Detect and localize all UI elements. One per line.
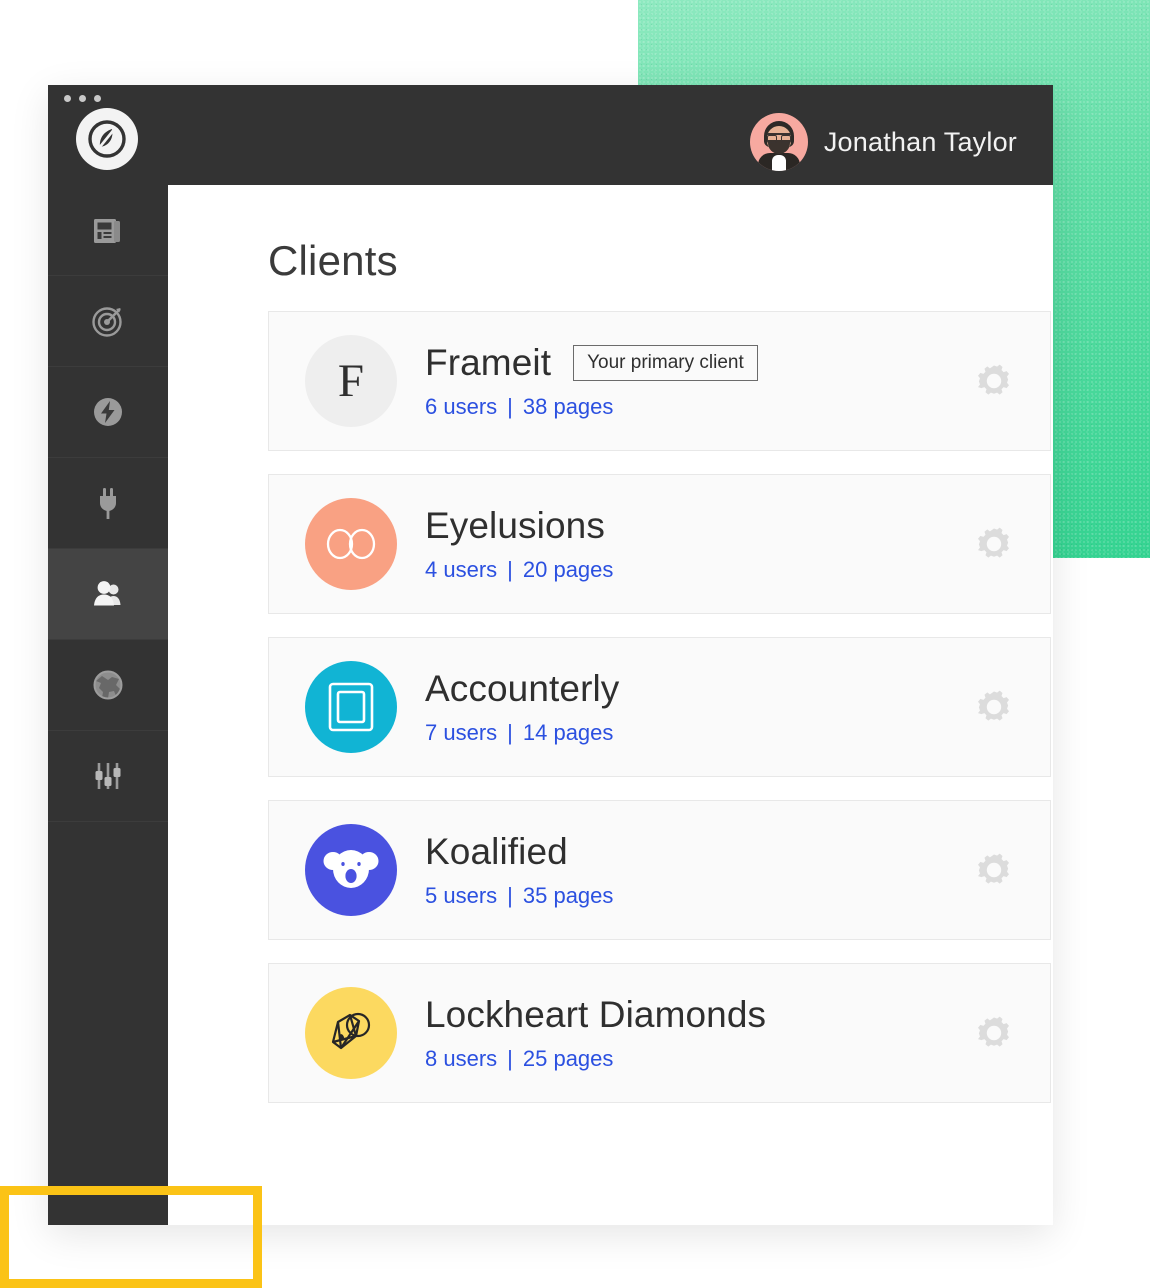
sidebar — [48, 85, 168, 1225]
app-window: Jonathan Taylor Clients F Frameit Your p… — [48, 85, 1053, 1225]
frames-icon — [328, 682, 374, 732]
window-dots — [64, 95, 101, 102]
page-title: Clients — [268, 237, 398, 284]
client-settings-button[interactable] — [970, 846, 1018, 894]
lightning-icon — [94, 398, 122, 426]
sliders-icon — [95, 763, 121, 789]
meta-separator: | — [507, 394, 513, 419]
gear-icon — [978, 690, 1009, 721]
gear-icon — [978, 1016, 1009, 1047]
client-users[interactable]: 8 users — [425, 1046, 497, 1072]
client-users[interactable]: 7 users — [425, 720, 497, 746]
koala-icon — [323, 850, 379, 888]
gem-icon — [331, 1012, 371, 1050]
client-name: Koalified — [425, 831, 568, 872]
sidebar-nav — [48, 185, 168, 822]
client-info: Lockheart Diamonds 8 users | 25 pages — [425, 994, 970, 1072]
app-logo-icon — [88, 120, 126, 158]
client-meta: 4 users | 20 pages — [425, 557, 970, 583]
client-settings-button[interactable] — [970, 1009, 1018, 1057]
client-card[interactable]: Eyelusions 4 users | 20 pages — [268, 474, 1051, 614]
topbar: Jonathan Taylor — [48, 85, 1053, 185]
client-pages[interactable]: 20 pages — [523, 557, 614, 583]
newspaper-icon — [94, 219, 120, 243]
gear-icon — [978, 364, 1009, 395]
eyes-icon — [326, 528, 376, 560]
people-icon — [94, 581, 121, 606]
globe-icon — [93, 670, 123, 700]
client-settings-button[interactable] — [970, 520, 1018, 568]
client-meta: 5 users | 35 pages — [425, 883, 970, 909]
client-settings-button[interactable] — [970, 357, 1018, 405]
meta-separator: | — [507, 1046, 513, 1071]
client-logo — [305, 498, 397, 590]
client-meta: 8 users | 25 pages — [425, 1046, 970, 1072]
client-users[interactable]: 5 users — [425, 883, 497, 909]
client-card[interactable]: Koalified 5 users | 35 pages — [268, 800, 1051, 940]
client-meta: 7 users | 14 pages — [425, 720, 970, 746]
client-name: Accounterly — [425, 668, 620, 709]
sidebar-item-automation[interactable] — [48, 367, 168, 458]
client-logo: F — [305, 335, 397, 427]
sidebar-item-clients[interactable] — [48, 549, 168, 640]
client-name: Eyelusions — [425, 505, 605, 546]
client-meta: 6 users | 38 pages — [425, 394, 970, 420]
client-card[interactable]: Accounterly 7 users | 14 pages — [268, 637, 1051, 777]
client-pages[interactable]: 14 pages — [523, 720, 614, 746]
user-name: Jonathan Taylor — [823, 126, 1017, 157]
meta-separator: | — [507, 557, 513, 582]
client-info: Accounterly 7 users | 14 pages — [425, 668, 970, 746]
target-icon — [92, 307, 122, 337]
client-card[interactable]: Lockheart Diamonds 8 users | 25 pages — [268, 963, 1051, 1103]
client-pages[interactable]: 35 pages — [523, 883, 614, 909]
avatar — [749, 113, 808, 171]
sidebar-item-integrations[interactable] — [48, 458, 168, 549]
client-info: Koalified 5 users | 35 pages — [425, 831, 970, 909]
sidebar-item-goals[interactable] — [48, 276, 168, 367]
app-logo[interactable] — [76, 108, 138, 170]
meta-separator: | — [507, 720, 513, 745]
sidebar-item-sites[interactable] — [48, 640, 168, 731]
user-menu[interactable]: Jonathan Taylor — [749, 113, 1017, 171]
client-logo — [305, 661, 397, 753]
client-users[interactable]: 6 users — [425, 394, 497, 420]
sidebar-item-settings[interactable] — [48, 731, 168, 822]
client-list: F Frameit Your primary client 6 users | … — [268, 311, 1051, 1103]
client-settings-button[interactable] — [970, 683, 1018, 731]
client-pages[interactable]: 38 pages — [523, 394, 614, 420]
client-name: Frameit — [425, 342, 552, 383]
client-card[interactable]: F Frameit Your primary client 6 users | … — [268, 311, 1051, 451]
window-dot — [64, 95, 71, 102]
gear-icon — [978, 853, 1009, 884]
meta-separator: | — [507, 883, 513, 908]
yellow-decoration-frame — [0, 1186, 262, 1288]
sidebar-item-content[interactable] — [48, 185, 168, 276]
client-users[interactable]: 4 users — [425, 557, 497, 583]
gear-icon — [978, 527, 1009, 558]
client-info: Eyelusions 4 users | 20 pages — [425, 505, 970, 583]
window-dot — [94, 95, 101, 102]
client-info: Frameit Your primary client 6 users | 38… — [425, 342, 970, 420]
client-name: Lockheart Diamonds — [425, 994, 767, 1035]
client-logo — [305, 824, 397, 916]
letter-f-icon: F — [337, 354, 365, 407]
plug-icon — [100, 488, 116, 519]
content-panel: Clients F Frameit Your primary client 6 … — [168, 185, 1053, 1225]
client-pages[interactable]: 25 pages — [523, 1046, 614, 1072]
client-logo — [305, 987, 397, 1079]
window-dot — [79, 95, 86, 102]
primary-client-badge: Your primary client — [573, 345, 758, 381]
